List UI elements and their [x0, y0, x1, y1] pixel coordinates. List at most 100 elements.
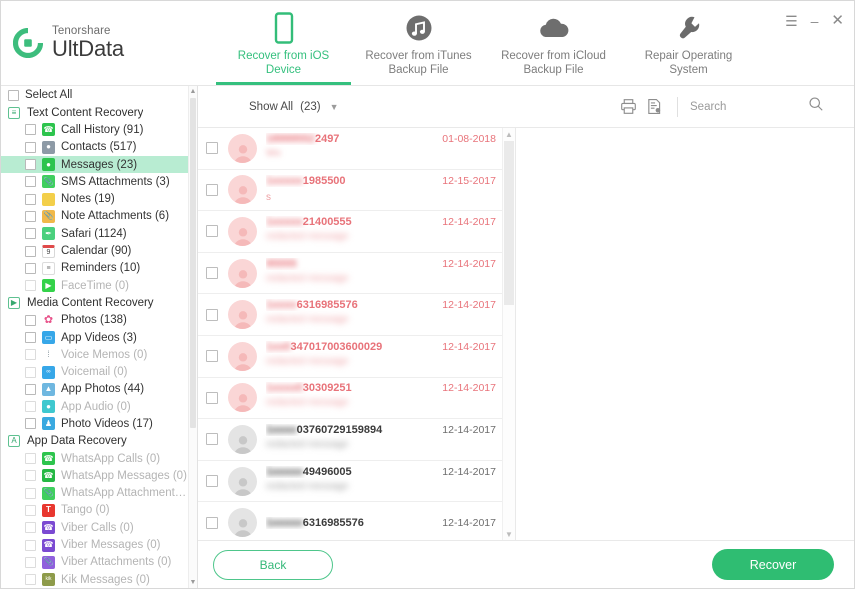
item-checkbox[interactable]: [25, 539, 36, 551]
row-checkbox[interactable]: [206, 516, 218, 529]
item-checkbox[interactable]: [25, 574, 36, 586]
table-row[interactable]: 1xxxx030309251 12-14-2017 redacted messa…: [198, 378, 502, 420]
row-checkbox[interactable]: [206, 391, 218, 404]
scroll-up-icon[interactable]: ▲: [503, 128, 515, 140]
sidebar-item-app-photos[interactable]: ▲ App Photos (44): [1, 381, 188, 398]
item-checkbox[interactable]: [25, 314, 36, 326]
item-checkbox[interactable]: [25, 245, 36, 257]
item-checkbox[interactable]: [25, 504, 36, 516]
row-checkbox[interactable]: [206, 350, 218, 363]
sidebar-item-photo-videos[interactable]: ♟ Photo Videos (17): [1, 415, 188, 432]
chevron-down-icon[interactable]: ▼: [330, 102, 339, 112]
sidebar-scroll-thumb[interactable]: [190, 98, 196, 428]
row-checkbox[interactable]: [206, 142, 218, 155]
table-row[interactable]: 1xxxxx21400555 12-14-2017 redacted messa…: [198, 211, 502, 253]
item-checkbox[interactable]: [25, 124, 36, 136]
item-checkbox[interactable]: [25, 470, 36, 482]
main-panel: Show All (23) ▼ Search 189995522497 01-0…: [198, 86, 854, 588]
table-row[interactable]: 1xxxxx6316985576 12-14-2017: [198, 502, 502, 540]
sidebar-item-photos[interactable]: ✿ Photos (138): [1, 312, 188, 329]
table-row[interactable]: 189995522497 01-08-2018 Wo: [198, 128, 502, 170]
sidebar-item-safari[interactable]: ✒ Safari (1124): [1, 225, 188, 242]
search-box[interactable]: [690, 96, 840, 117]
sidebar-item-whatsapp-calls[interactable]: ☎ WhatsApp Calls (0): [1, 450, 188, 467]
list-scroll-thumb[interactable]: [504, 141, 514, 305]
item-checkbox[interactable]: [25, 556, 36, 568]
item-checkbox[interactable]: [25, 522, 36, 534]
show-all-filter[interactable]: Show All (23) ▼: [249, 101, 338, 113]
item-checkbox[interactable]: [25, 487, 36, 499]
row-checkbox[interactable]: [206, 433, 218, 446]
tab-repair-operating-system[interactable]: Repair Operating System: [621, 1, 756, 85]
sidebar-item-whatsapp-messages[interactable]: ☎ WhatsApp Messages (0): [1, 467, 188, 484]
sidebar-scrollbar[interactable]: ▲ ▼: [188, 86, 197, 588]
item-checkbox[interactable]: [25, 418, 36, 430]
row-checkbox[interactable]: [206, 225, 218, 238]
tab-recover-from-icloud-backup[interactable]: Recover from iCloud Backup File: [486, 1, 621, 85]
sidebar-item-reminders[interactable]: ≡ Reminders (10): [1, 260, 188, 277]
table-row[interactable]: 95555 12-14-2017 redacted message: [198, 253, 502, 295]
scroll-down-icon[interactable]: ▼: [189, 577, 197, 588]
table-row[interactable]: 1xxxx03760729159894 12-14-2017 redacted …: [198, 419, 502, 461]
sidebar-item-sms-attachments[interactable]: 📎 SMS Attachments (3): [1, 173, 188, 190]
item-checkbox[interactable]: [25, 280, 36, 292]
item-checkbox[interactable]: [25, 159, 36, 171]
item-checkbox[interactable]: [25, 401, 36, 413]
tab-recover-from-itunes-backup[interactable]: Recover from iTunes Backup File: [351, 1, 486, 85]
item-checkbox[interactable]: [25, 176, 36, 188]
search-icon[interactable]: [808, 96, 824, 117]
item-checkbox[interactable]: [25, 193, 36, 205]
item-checkbox[interactable]: [25, 383, 36, 395]
sidebar-item-viber-calls[interactable]: ☎ Viber Calls (0): [1, 519, 188, 536]
item-checkbox[interactable]: [25, 453, 36, 465]
sidebar-item-call-history[interactable]: ☎ Call History (91): [1, 121, 188, 138]
recover-button[interactable]: Recover: [712, 549, 834, 580]
sidebar-item-messages[interactable]: ● Messages (23): [1, 155, 188, 174]
row-checkbox[interactable]: [206, 183, 218, 196]
item-checkbox[interactable]: [25, 210, 36, 222]
document-settings-icon[interactable]: [641, 94, 667, 120]
back-button[interactable]: Back: [213, 549, 333, 580]
tab-recover-from-ios-device[interactable]: Recover from iOS Device: [216, 1, 351, 85]
sidebar-item-whatsapp-attachments[interactable]: 📎 WhatsApp Attachments (0): [1, 485, 188, 502]
sidebar-item-voicemail[interactable]: ∞ Voicemail (0): [1, 363, 188, 380]
sidebar-item-kik-messages[interactable]: kik Kik Messages (0): [1, 571, 188, 588]
printer-icon[interactable]: [615, 94, 641, 120]
sidebar-item-note-attachments[interactable]: 📎 Note Attachments (6): [1, 208, 188, 225]
sidebar-item-voice-memos[interactable]: ⁞ Voice Memos (0): [1, 346, 188, 363]
sidebar-group-app-data-recovery[interactable]: A App Data Recovery: [1, 433, 188, 450]
sidebar-item-tango[interactable]: T Tango (0): [1, 502, 188, 519]
sidebar-select-all[interactable]: Select All: [1, 86, 188, 104]
sidebar-item-app-audio[interactable]: ● App Audio (0): [1, 398, 188, 415]
list-scrollbar[interactable]: ▲ ▼: [502, 128, 515, 540]
menu-button[interactable]: ☰: [785, 14, 798, 28]
sidebar-group-text-content-recovery[interactable]: ≡ Text Content Recovery: [1, 104, 188, 121]
scroll-down-icon[interactable]: ▼: [503, 528, 515, 540]
sidebar-item-facetime[interactable]: ▶ FaceTime (0): [1, 277, 188, 294]
item-checkbox[interactable]: [25, 262, 36, 274]
close-button[interactable]: ✕: [831, 13, 844, 28]
scroll-up-icon[interactable]: ▲: [189, 86, 197, 97]
row-checkbox[interactable]: [206, 267, 218, 280]
sidebar-item-contacts[interactable]: ● Contacts (517): [1, 139, 188, 156]
table-row[interactable]: 1xxxxx49496005 12-14-2017 redacted messa…: [198, 461, 502, 503]
table-row[interactable]: 1xxxx6316985576 12-14-2017 redacted mess…: [198, 294, 502, 336]
sidebar-item-viber-messages[interactable]: ☎ Viber Messages (0): [1, 536, 188, 553]
sidebar-item-viber-attachments[interactable]: 📎 Viber Attachments (0): [1, 554, 188, 571]
item-checkbox[interactable]: [25, 228, 36, 240]
search-input[interactable]: [690, 100, 808, 113]
sidebar-item-app-videos[interactable]: ▭ App Videos (3): [1, 329, 188, 346]
item-checkbox[interactable]: [25, 332, 36, 343]
sidebar-group-media-content-recovery[interactable]: ▶ Media Content Recovery: [1, 294, 188, 311]
item-checkbox[interactable]: [25, 366, 36, 378]
select-all-checkbox[interactable]: [8, 89, 19, 101]
table-row[interactable]: 1xxxxx1985500 12-15-2017 s: [198, 170, 502, 212]
row-checkbox[interactable]: [206, 308, 218, 321]
item-checkbox[interactable]: [25, 349, 36, 361]
row-checkbox[interactable]: [206, 475, 218, 488]
sidebar-item-notes[interactable]: Notes (19): [1, 190, 188, 207]
table-row[interactable]: 1xx0347017003600029 12-14-2017 redacted …: [198, 336, 502, 378]
sidebar-item-calendar[interactable]: 9 Calendar (90): [1, 242, 188, 259]
minimize-button[interactable]: –: [811, 14, 819, 28]
item-checkbox[interactable]: [25, 141, 36, 153]
